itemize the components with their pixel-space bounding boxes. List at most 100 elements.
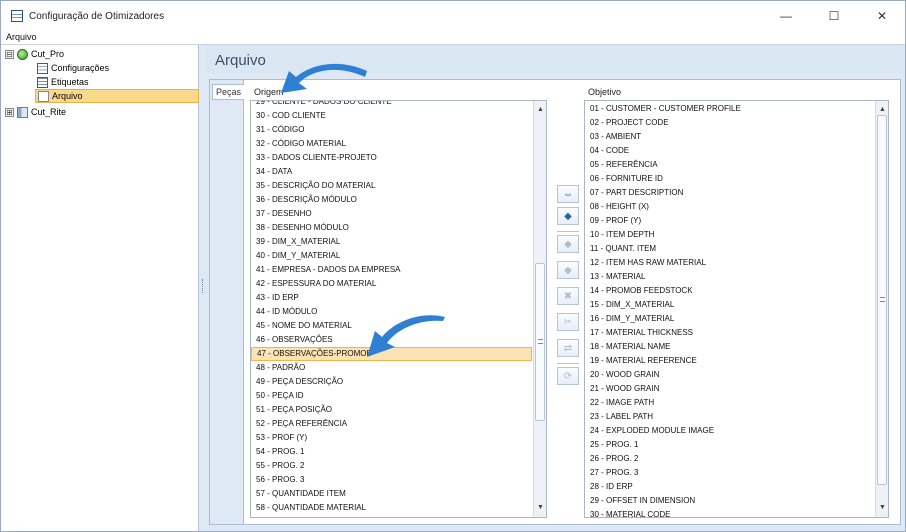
list-item[interactable]: 49 - PEÇA DESCRIÇÃO [251, 375, 532, 389]
cutpro-icon [17, 48, 28, 60]
list-item[interactable]: 48 - PADRÃO [251, 361, 532, 375]
tree-item-cutrite[interactable]: ⊞ Cut_Rite [5, 105, 66, 119]
list-item[interactable]: 08 - HEIGHT (X) [585, 200, 874, 214]
tree-item-cutpro[interactable]: ⊟ Cut_Pro [5, 47, 64, 61]
list-item[interactable]: 19 - MATERIAL REFERENCE [585, 354, 874, 368]
list-item[interactable]: 51 - PEÇA POSIÇÃO [251, 403, 532, 417]
list-item[interactable]: 33 - DADOS CLIENTE-PROJETO [251, 151, 532, 165]
collapse-icon[interactable]: ⊟ [5, 49, 14, 59]
minimize-button[interactable]: — [771, 1, 801, 31]
list-item[interactable]: 53 - PROF (Y) [251, 431, 532, 445]
list-item[interactable]: 30 - COD CLIENTE [251, 109, 532, 123]
app-window: Configuração de Otimizadores — ☐ ✕ Arqui… [0, 0, 906, 532]
list-item[interactable]: 38 - DESENHO MÓDULO [251, 221, 532, 235]
list-item[interactable]: 06 - FORNITURE ID [585, 172, 874, 186]
scroll-down-icon[interactable]: ▼ [534, 501, 546, 514]
list-item[interactable]: 36 - DESCRIÇÃO MÓDULO [251, 193, 532, 207]
list-item[interactable]: 43 - ID ERP [251, 291, 532, 305]
list-item[interactable]: 37 - DESENHO [251, 207, 532, 221]
list-item[interactable]: 52 - PEÇA REFERÊNCIA [251, 417, 532, 431]
scroll-thumb[interactable] [877, 115, 887, 485]
list-item[interactable]: 23 - LABEL PATH [585, 410, 874, 424]
maximize-button[interactable]: ☐ [819, 1, 849, 31]
list-item[interactable]: 25 - PROG. 1 [585, 438, 874, 452]
list-item[interactable]: 14 - PROMOB FEEDSTOCK [585, 284, 874, 298]
menu-file[interactable]: Arquivo [6, 32, 37, 42]
button-separator [557, 231, 579, 232]
list-item[interactable]: 34 - DATA [251, 165, 532, 179]
tree-item-configuracoes[interactable]: Configurações [37, 61, 109, 75]
origem-list[interactable]: 29 - CLIENTE - DADOS DO CLIENTE 30 - COD … [250, 100, 547, 518]
list-item[interactable]: 35 - DESCRIÇÃO DO MATERIAL [251, 179, 532, 193]
list-item[interactable]: 03 - AMBIENT [585, 130, 874, 144]
list-item[interactable]: 04 - CODE [585, 144, 874, 158]
list-item[interactable]: 40 - DIM_Y_MATERIAL [251, 249, 532, 263]
expand-icon[interactable]: ⊞ [5, 107, 14, 117]
list-item[interactable]: 02 - PROJECT CODE [585, 116, 874, 130]
scroll-thumb[interactable] [535, 263, 545, 421]
scroll-up-icon[interactable]: ▲ [534, 103, 546, 116]
settings-form-icon [37, 62, 48, 74]
list-item[interactable]: 20 - WOOD GRAIN [585, 368, 874, 382]
cutrite-icon [17, 106, 28, 118]
list-item[interactable]: 26 - PROG. 2 [585, 452, 874, 466]
tab-pecas[interactable]: Peças [212, 84, 244, 100]
navigation-tree: ⊟ Cut_Pro Configurações Etiquetas Arquiv… [1, 45, 199, 531]
thumb-grip-icon [880, 297, 885, 302]
list-item[interactable]: 10 - ITEM DEPTH [585, 228, 874, 242]
list-item[interactable]: 29 - OFFSET IN DIMENSION [585, 494, 874, 508]
list-item[interactable]: 57 - QUANTIDADE ITEM [251, 487, 532, 501]
list-item[interactable]: 21 - WOOD GRAIN [585, 382, 874, 396]
list-item[interactable]: 39 - DIM_X_MATERIAL [251, 235, 532, 249]
app-icon [11, 10, 23, 22]
main-area: Arquivo Peças Origem Objetivo 29 - CLIEN… [205, 45, 905, 531]
list-item[interactable]: 42 - ESPESSURA DO MATERIAL [251, 277, 532, 291]
move-down-button[interactable]: ◆ [557, 261, 579, 279]
list-item[interactable]: 54 - PROG. 1 [251, 445, 532, 459]
file-icon [38, 90, 49, 102]
list-item[interactable]: 28 - ID ERP [585, 480, 874, 494]
list-item[interactable]: 56 - PROG. 3 [251, 473, 532, 487]
list-item[interactable]: 32 - CÓDIGO MATERIAL [251, 137, 532, 151]
swap-button[interactable]: ⇔ [557, 185, 579, 203]
add-button[interactable]: ◆ [557, 207, 579, 225]
refresh-button[interactable]: ⟳ [557, 367, 579, 385]
list-item[interactable]: 27 - PROG. 3 [585, 466, 874, 480]
tree-item-label: Cut_Pro [31, 49, 65, 59]
tree-item-arquivo[interactable]: Arquivo [35, 89, 199, 103]
close-button[interactable]: ✕ [867, 1, 897, 31]
list-item[interactable]: 41 - EMPRESA - DADOS DA EMPRESA [251, 263, 532, 277]
list-item[interactable]: 31 - CÓDIGO [251, 123, 532, 137]
scroll-down-icon[interactable]: ▼ [876, 501, 888, 514]
list-item[interactable]: 22 - IMAGE PATH [585, 396, 874, 410]
objetivo-scrollbar[interactable]: ▲ ▼ [875, 101, 888, 517]
list-item[interactable]: 18 - MATERIAL NAME [585, 340, 874, 354]
list-item[interactable]: 16 - DIM_Y_MATERIAL [585, 312, 874, 326]
cut-button[interactable]: ✂ [557, 313, 579, 331]
list-item[interactable]: 01 - CUSTOMER - CUSTOMER PROFILE [585, 102, 874, 116]
splitter-handle[interactable] [202, 279, 204, 293]
list-item[interactable]: 50 - PEÇA ID [251, 389, 532, 403]
delete-button[interactable]: ✖ [557, 287, 579, 305]
content-frame: Peças Origem Objetivo 29 - CLIENTE - DAD… [209, 79, 901, 525]
move-up-button[interactable]: ◆ [557, 235, 579, 253]
objetivo-label: Objetivo [588, 87, 622, 97]
tree-item-etiquetas[interactable]: Etiquetas [37, 75, 89, 89]
list-item[interactable]: 11 - QUANT. ITEM [585, 242, 874, 256]
list-item[interactable]: 05 - REFERÊNCIA [585, 158, 874, 172]
list-item[interactable]: 12 - ITEM HAS RAW MATERIAL [585, 256, 874, 270]
list-item[interactable]: 17 - MATERIAL THICKNESS [585, 326, 874, 340]
list-item[interactable]: 55 - PROG. 2 [251, 459, 532, 473]
list-item[interactable]: 30 - MATERIAL CODE [585, 508, 874, 517]
replace-button[interactable]: ⇄ [557, 339, 579, 357]
list-item[interactable]: 15 - DIM_X_MATERIAL [585, 298, 874, 312]
objetivo-list[interactable]: 01 - CUSTOMER - CUSTOMER PROFILE 02 - PRO… [584, 100, 889, 518]
list-item[interactable]: 58 - QUANTIDADE MATERIAL [251, 501, 532, 515]
list-item[interactable]: 24 - EXPLODED MODULE IMAGE [585, 424, 874, 438]
list-item[interactable]: 13 - MATERIAL [585, 270, 874, 284]
label-icon [37, 76, 48, 88]
list-item[interactable]: 09 - PROF (Y) [585, 214, 874, 228]
list-item[interactable]: 07 - PART DESCRIPTION [585, 186, 874, 200]
origem-scrollbar[interactable]: ▲ ▼ [533, 101, 546, 517]
page-title: Arquivo [215, 52, 266, 69]
